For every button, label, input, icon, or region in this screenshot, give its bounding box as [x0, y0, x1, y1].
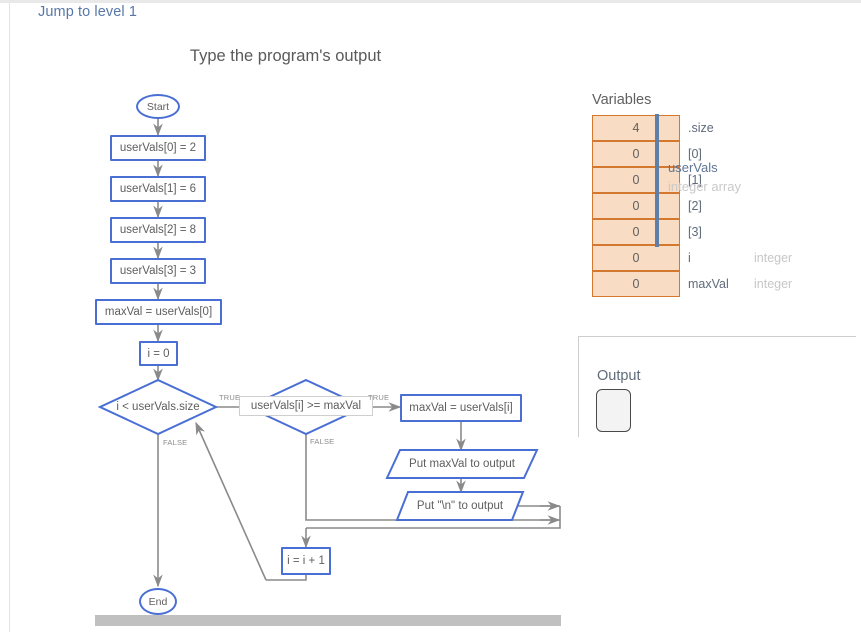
flow-node-start[interactable]: Start: [136, 94, 180, 119]
output-panel: Output: [578, 336, 856, 437]
activity-page: Jump to level 1 Type the program's outpu…: [0, 0, 861, 632]
variable-name: .size: [688, 121, 714, 135]
horizontal-scrollbar[interactable]: [95, 615, 561, 626]
io-shape-put1: [385, 449, 539, 479]
array-group-legend: userVals integer array: [668, 158, 741, 196]
flow-node-assign0[interactable]: userVals[0] = 2: [110, 135, 206, 161]
flowchart: Start End userVals[0] = 2 userVals[1] = …: [0, 0, 580, 632]
array-group-bracket: [655, 114, 659, 247]
variable-value[interactable]: 0: [592, 193, 680, 219]
variable-name: [2]: [688, 199, 702, 213]
variable-row: 0 maxVal integer: [592, 271, 854, 297]
variable-name: maxVal: [688, 277, 729, 291]
variable-value[interactable]: 0: [592, 167, 680, 193]
variable-row: 0 i integer: [592, 245, 854, 271]
output-label: Output: [597, 368, 641, 384]
variable-type: integer: [754, 277, 793, 291]
variable-row: 4 .size: [592, 115, 854, 141]
flow-node-assign3[interactable]: userVals[3] = 3: [110, 258, 206, 284]
variable-value[interactable]: 4: [592, 115, 680, 141]
flow-node-maxval-init[interactable]: maxVal = userVals[0]: [95, 299, 222, 325]
variables-title: Variables: [592, 92, 652, 108]
flow-node-cond-compare[interactable]: userVals[i] >= maxVal: [239, 396, 373, 416]
output-input[interactable]: [596, 389, 631, 432]
flow-node-maxval-assign[interactable]: maxVal = userVals[i]: [400, 394, 522, 422]
variable-value[interactable]: 0: [592, 219, 680, 245]
variable-type: integer: [754, 251, 793, 265]
flowchart-edges: [97, 119, 561, 588]
flow-node-assign1[interactable]: userVals[1] = 6: [110, 176, 206, 202]
variable-value[interactable]: 0: [592, 245, 680, 271]
variable-row: 0 [3]: [592, 219, 854, 245]
variable-value[interactable]: 0: [592, 271, 680, 297]
edge-label-false-1: FALSE: [163, 438, 188, 447]
flow-node-cond-loop[interactable]: i < userVals.size: [104, 398, 212, 416]
flow-node-increment[interactable]: i = i + 1: [281, 547, 331, 575]
edge-label-true-2: TRUE: [368, 393, 390, 402]
array-group-name: userVals: [668, 160, 718, 175]
io-shape-put2: [395, 491, 525, 521]
flow-node-assign2[interactable]: userVals[2] = 8: [110, 217, 206, 243]
edge-label-true-1: TRUE: [219, 393, 241, 402]
variable-value[interactable]: 0: [592, 141, 680, 167]
array-group-type: integer array: [668, 179, 741, 194]
variable-row: 0 [2]: [592, 193, 854, 219]
flow-node-i-init[interactable]: i = 0: [139, 341, 178, 366]
variable-name: i: [688, 251, 691, 265]
variable-name: [3]: [688, 225, 702, 239]
edge-label-false-2: FALSE: [310, 437, 335, 446]
flow-node-end[interactable]: End: [139, 588, 177, 615]
